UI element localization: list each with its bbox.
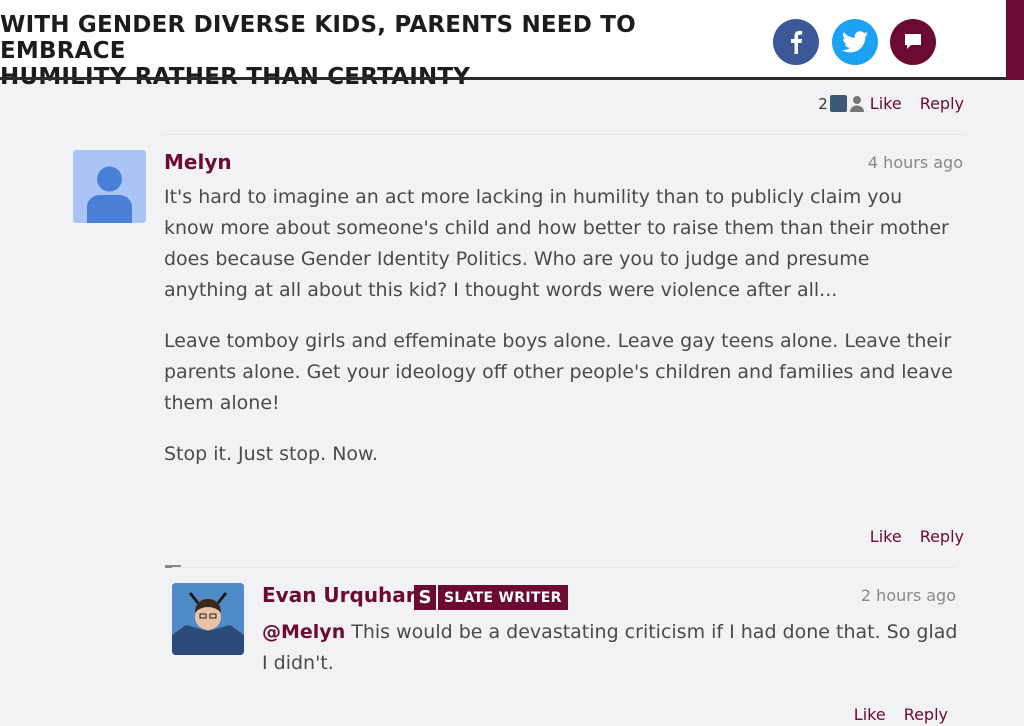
facebook-icon (791, 30, 803, 54)
header-accent-bar (1006, 0, 1024, 80)
avatar[interactable] (172, 583, 244, 655)
liker-avatar[interactable] (829, 95, 847, 112)
reply-actions: Like Reply (854, 705, 948, 724)
comment-body: It's hard to imagine an act more lacking… (164, 182, 954, 490)
comment-icon (905, 34, 921, 49)
title-line-1: WITH GENDER DIVERSE KIDS, PARENTS NEED T… (0, 12, 636, 64)
reply-button[interactable]: Reply (920, 94, 964, 113)
default-user-icon (87, 166, 132, 223)
comment-paragraph-2: Leave tomboy girls and effeminate boys a… (164, 330, 953, 414)
facebook-share-button[interactable] (773, 19, 819, 65)
comment-divider (162, 134, 964, 135)
comment-author[interactable]: Melyn (164, 150, 232, 174)
slate-logo-icon: S (414, 585, 436, 610)
like-button[interactable]: Like (870, 94, 902, 113)
user-photo (172, 583, 244, 655)
comment-paragraph-1: It's hard to imagine an act more lacking… (164, 186, 949, 301)
like-count: 2 (818, 94, 828, 113)
comment-actions: Like Reply (870, 527, 964, 546)
reply-divider (172, 567, 956, 568)
reply-reply-button[interactable]: Reply (904, 705, 948, 724)
reply-like-button[interactable]: Like (854, 705, 886, 724)
comment-timestamp[interactable]: 4 hours ago (868, 153, 963, 172)
mention-link[interactable]: @Melyn (262, 621, 345, 643)
comments-share-button[interactable] (890, 19, 936, 65)
badge-label: SLATE WRITER (438, 585, 568, 610)
parent-comment-actions: 2 Like Reply (818, 94, 964, 113)
reply-text: This would be a devastating criticism if… (262, 621, 958, 674)
comment-reply-button[interactable]: Reply (920, 527, 964, 546)
reply-author[interactable]: Evan Urquhart (262, 583, 425, 607)
slate-writer-badge: S SLATE WRITER (414, 585, 568, 610)
avatar[interactable] (73, 150, 146, 223)
reply-body: @Melyn This would be a devastating criti… (262, 617, 962, 679)
article-header: WITH GENDER DIVERSE KIDS, PARENTS NEED T… (0, 0, 1024, 90)
comment-like-button[interactable]: Like (870, 527, 902, 546)
reply-timestamp[interactable]: 2 hours ago (861, 586, 956, 605)
twitter-icon (842, 31, 868, 53)
comment-paragraph-3: Stop it. Just stop. Now. (164, 443, 378, 465)
twitter-share-button[interactable] (832, 19, 878, 65)
header-divider (0, 77, 1006, 80)
person-icon (849, 96, 864, 112)
